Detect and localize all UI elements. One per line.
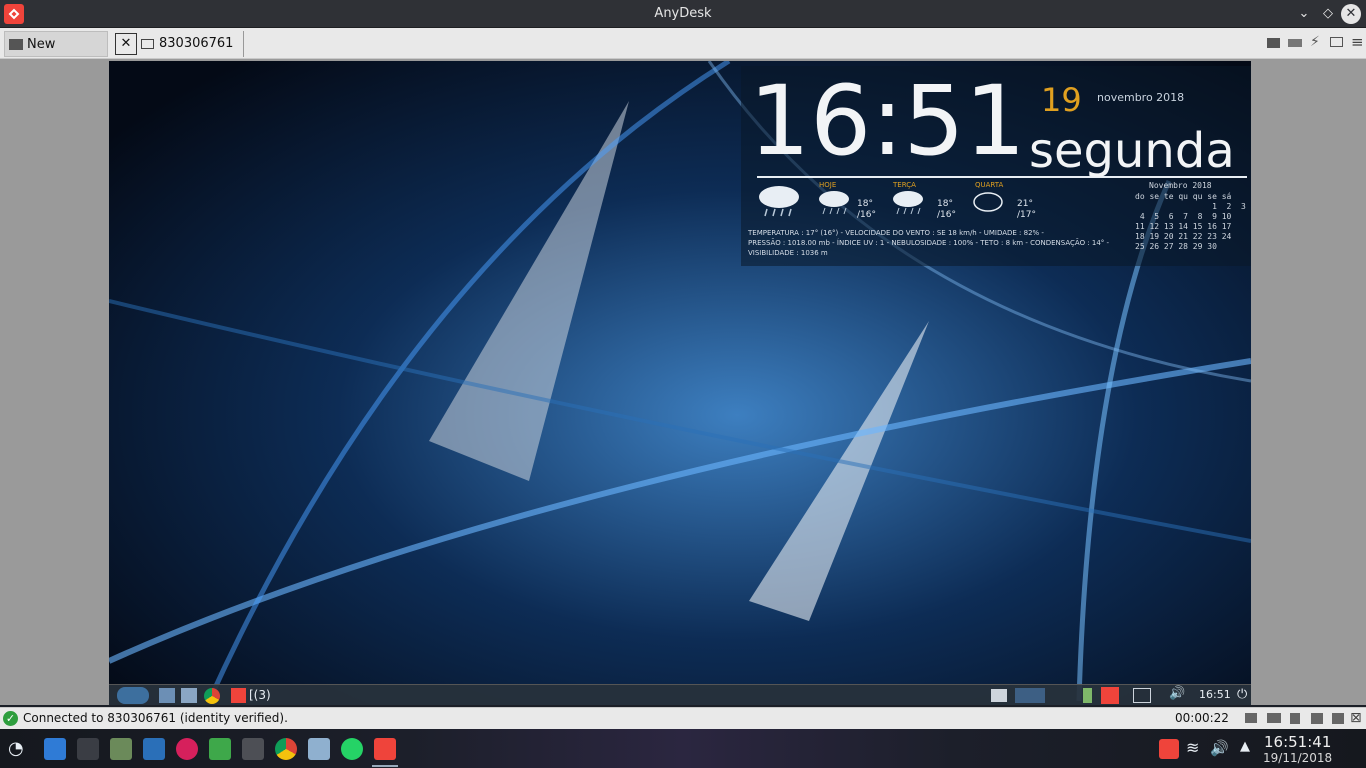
file-transfer-icon[interactable] <box>1332 713 1344 724</box>
tray-date[interactable]: 19/11/2018 <box>1263 751 1332 765</box>
image-viewer-icon[interactable] <box>110 738 132 760</box>
remote-files-icon[interactable] <box>159 688 175 703</box>
anydesk-taskbar-icon[interactable] <box>374 738 396 760</box>
session-id-label: 830306761 <box>159 36 234 51</box>
status-bar: ✓ Connected to 830306761 (identity verif… <box>0 707 1366 729</box>
calendar-row-1: 1 2 3 <box>1135 202 1246 211</box>
verified-check-icon: ✓ <box>3 711 18 726</box>
remote-menu-icon[interactable] <box>117 687 149 704</box>
monitor-icon <box>141 38 154 49</box>
flickr-icon[interactable] <box>176 738 198 760</box>
menu-icon[interactable]: ≡ <box>1351 33 1364 51</box>
permissions-icon[interactable] <box>1311 713 1323 724</box>
actions-icon[interactable]: ⚡ <box>1310 34 1320 50</box>
calendar-header: do se te qu qu se sá <box>1135 192 1232 201</box>
remote-settings-icon[interactable] <box>181 688 197 703</box>
remote-tray-slot <box>1015 688 1045 703</box>
weather-details-3: VISIBILIDADE : 1036 m <box>748 249 828 257</box>
close-session-icon[interactable]: ⊠ <box>1350 710 1362 726</box>
chrome-icon[interactable] <box>275 738 297 760</box>
remote-anydesk-tray-icon[interactable] <box>1101 687 1119 704</box>
calculator-icon[interactable] <box>242 738 264 760</box>
remote-taskbar: [(3) AnyDesk] 🔊 16:51 ⏻ <box>109 684 1251 705</box>
tab-session[interactable]: ✕ 830306761 <box>115 31 244 57</box>
clock-day: 19 <box>1041 81 1082 119</box>
remote-power-icon[interactable]: ⏻ <box>1237 687 1247 702</box>
writer-icon[interactable] <box>143 738 165 760</box>
minimize-button[interactable]: ⌄ <box>1294 4 1314 24</box>
close-button[interactable]: ✕ <box>1341 4 1361 24</box>
tray-expand-icon[interactable]: ▲ <box>1240 739 1250 754</box>
weather-day-2-label: TERÇA <box>893 181 916 189</box>
chat-icon[interactable] <box>1267 38 1280 48</box>
weather-day-1-label: HOJE <box>819 181 837 189</box>
remote-desktop[interactable]: 16:51 19 novembro 2018 segunda HOJE 18° … <box>109 61 1251 705</box>
whatsapp-icon[interactable] <box>341 738 363 760</box>
clock-month-year: novembro 2018 <box>1097 91 1185 104</box>
volume-icon[interactable]: 🔊 <box>1210 739 1229 757</box>
tray-time[interactable]: 16:51:41 <box>1264 733 1331 751</box>
window-title: AnyDesk <box>654 6 712 21</box>
system-taskbar: ◔ ≋ 🔊 ▲ 16:51:41 19/11/2018 <box>0 729 1366 768</box>
cloud-icon <box>973 192 1003 212</box>
connection-status: Connected to 830306761 (identity verifie… <box>23 711 288 725</box>
active-app-underline <box>372 765 398 767</box>
keyboard-icon[interactable] <box>1288 39 1302 47</box>
calendar-row-3: 11 12 13 14 15 16 17 <box>1135 222 1232 231</box>
anydesk-icon <box>231 688 246 703</box>
remote-network-icon[interactable] <box>1133 688 1151 703</box>
clock-time: 16:51 <box>749 65 1026 177</box>
tab-bar: New Session ✕ 830306761 ⚡ ≡ <box>0 28 1366 78</box>
calendar-row-5: 25 26 27 28 29 30 <box>1135 242 1217 251</box>
recording-icon[interactable] <box>1267 713 1281 723</box>
weather-day-3-temps: 21° /17° <box>1017 199 1036 220</box>
session-timer: 00:00:22 <box>1175 711 1229 725</box>
wifi-icon[interactable]: ≋ <box>1186 738 1199 757</box>
start-menu-icon[interactable]: ◔ <box>8 738 30 760</box>
window-titlebar: AnyDesk ⌄ ◇ ✕ <box>0 0 1366 28</box>
remote-volume-icon[interactable]: 🔊 <box>1169 686 1185 701</box>
new-session-icon <box>9 39 23 50</box>
maximize-button[interactable]: ◇ <box>1318 4 1338 24</box>
android-icon[interactable] <box>209 738 231 760</box>
display-icon[interactable] <box>1330 37 1343 47</box>
clock-weekday: segunda <box>1029 123 1235 179</box>
remote-battery-icon[interactable] <box>1083 688 1092 703</box>
weather-day-1-temps: 18° /16° <box>857 199 876 220</box>
close-tab-icon[interactable]: ✕ <box>115 33 137 55</box>
lock-icon[interactable] <box>1290 713 1300 724</box>
remote-chrome-icon[interactable] <box>204 688 220 704</box>
weather-details-1: TEMPERATURA : 17° (16°) - VELOCIDADE DO … <box>748 229 1044 237</box>
remote-clock: 16:51 <box>1199 688 1231 701</box>
rain-icon <box>893 191 923 215</box>
screenshot-icon[interactable] <box>308 738 330 760</box>
anydesk-tray-icon[interactable] <box>1159 739 1179 759</box>
terminal-icon[interactable] <box>77 738 99 760</box>
weather-details-2: PRESSÃO : 1018.00 mb - ÍNDICE UV : 1 - N… <box>748 239 1110 247</box>
chat-status-icon[interactable] <box>1245 713 1257 723</box>
remote-window-icon[interactable] <box>991 689 1007 702</box>
weather-day-2-temps: 18° /16° <box>937 199 956 220</box>
weather-day-3-label: QUARTA <box>975 181 1004 189</box>
rain-icon <box>819 191 849 215</box>
remote-anydesk-task[interactable]: [(3) AnyDesk] <box>231 686 331 705</box>
calendar-row-4: 18 19 20 21 22 23 24 <box>1135 232 1232 241</box>
calendar-title: Novembro 2018 <box>1149 181 1212 190</box>
weather-now-icon <box>757 183 801 217</box>
tab-new-session[interactable]: New Session <box>4 31 108 78</box>
file-manager-icon[interactable] <box>44 738 66 760</box>
calendar-row-2: 4 5 6 7 8 9 10 <box>1135 212 1232 221</box>
